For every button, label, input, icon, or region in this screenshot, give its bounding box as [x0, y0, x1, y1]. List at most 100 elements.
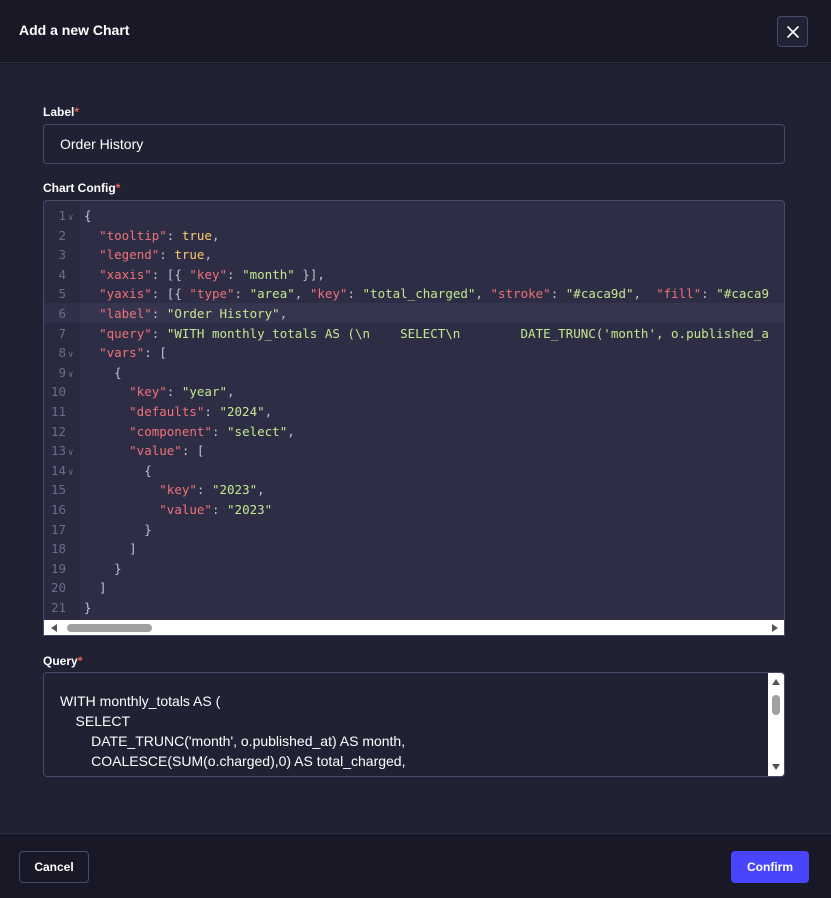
query-text: WITH monthly_totals AS ( SELECT DATE_TRU… — [60, 693, 406, 776]
code-text: "defaults": "2024", — [80, 404, 272, 419]
code-token: : — [227, 266, 243, 282]
code-token: "query" — [99, 325, 152, 341]
close-icon — [786, 25, 799, 38]
code-token: , — [633, 286, 657, 302]
code-token: , — [294, 286, 310, 302]
code-token: "value" — [159, 502, 212, 517]
confirm-button[interactable]: Confirm — [731, 851, 809, 883]
code-token: "key" — [159, 482, 197, 498]
scrollbar-thumb[interactable] — [67, 624, 152, 632]
horizontal-scrollbar[interactable] — [44, 620, 784, 635]
code-token: ] — [84, 541, 137, 557]
line-number: 19 — [50, 560, 66, 576]
scroll-down-icon[interactable] — [772, 764, 780, 770]
cancel-button[interactable]: Cancel — [19, 851, 89, 883]
line-number: 15 — [50, 482, 66, 498]
code-line: 20 ] — [44, 578, 784, 598]
code-line: 14 ∨ { — [44, 461, 784, 481]
line-number: 6 — [58, 306, 66, 321]
code-token: } — [84, 521, 152, 537]
code-line: 6 "label": "Order History", — [44, 304, 784, 324]
code-line: 9 ∨ { — [44, 363, 784, 383]
code-token: , — [257, 482, 265, 498]
code-token: "component" — [129, 423, 212, 439]
code-token: "area" — [249, 286, 295, 302]
query-field-label: Query* — [43, 654, 83, 668]
code-text: { — [80, 463, 152, 478]
code-token: { — [84, 364, 122, 380]
scroll-left-icon[interactable] — [51, 624, 57, 632]
chart-config-label: Chart Config* — [43, 181, 121, 195]
code-text: } — [80, 522, 152, 537]
code-token: true — [181, 227, 212, 243]
line-number: 8 — [58, 345, 66, 361]
code-token: : [{ — [151, 286, 190, 302]
code-token: : [{ — [151, 266, 190, 282]
code-token: : — [151, 306, 167, 321]
dialog-footer: Cancel Confirm — [0, 833, 831, 898]
code-line: 19 } — [44, 559, 784, 579]
code-line: 7 "query": "WITH monthly_totals AS (\n S… — [44, 324, 784, 344]
dialog-title: Add a new Chart — [19, 22, 130, 38]
code-token: "fill" — [656, 286, 702, 302]
code-text: "value": [ — [80, 443, 204, 458]
code-line: 2 "tooltip": true, — [44, 226, 784, 246]
code-line: 5 "yaxis": [{ "type": "area", "key": "to… — [44, 284, 784, 304]
line-number: 1 — [58, 208, 66, 223]
code-token: : — [159, 247, 175, 263]
line-number: 10 — [50, 384, 66, 400]
code-token: }], — [294, 266, 325, 282]
code-text: "component": "select", — [80, 424, 295, 439]
scroll-up-icon[interactable] — [772, 679, 780, 685]
code-token: "type" — [189, 286, 235, 302]
code-token: , — [211, 227, 220, 243]
line-number: 3 — [58, 247, 66, 263]
code-line: 1 ∨{ — [44, 206, 784, 226]
code-token: } — [84, 560, 122, 576]
code-text: "yaxis": [{ "type": "area", "key": "tota… — [80, 286, 769, 301]
code-line: 17 } — [44, 520, 784, 540]
code-token: "key" — [309, 286, 348, 302]
code-token: "2024" — [219, 404, 265, 419]
code-line: 13 ∨ "value": [ — [44, 441, 784, 461]
code-line: 16 "value": "2023" — [44, 500, 784, 520]
code-text: "legend": true, — [80, 247, 212, 262]
code-token: "legend" — [99, 247, 160, 263]
code-token: "xaxis" — [99, 266, 152, 282]
code-line: 18 ] — [44, 539, 784, 559]
line-number: 18 — [50, 541, 66, 557]
close-button[interactable] — [777, 16, 808, 47]
code-token: "WITH monthly_totals AS (\n SELECT\n DAT… — [166, 325, 769, 341]
code-line: 12 "component": "select", — [44, 422, 784, 442]
code-line: 21} — [44, 598, 784, 618]
code-token: : — [234, 286, 250, 302]
chart-config-editor[interactable]: 1 ∨{2 "tooltip": true, 3 "legend": true, 4 … — [43, 200, 785, 636]
code-token: { — [84, 208, 92, 223]
code-token: : — [550, 286, 566, 302]
code-token: , — [279, 306, 288, 321]
line-number: 12 — [50, 423, 66, 439]
query-textarea[interactable]: WITH monthly_totals AS ( SELECT DATE_TRU… — [43, 672, 785, 777]
code-token: "#caca9 — [716, 286, 769, 302]
line-number: 13 — [50, 443, 66, 459]
code-text: ] — [80, 541, 137, 556]
line-number: 5 — [58, 286, 66, 302]
code-token: , — [264, 404, 273, 419]
vertical-scrollbar[interactable] — [768, 673, 784, 776]
code-line: 10 "key": "year", — [44, 382, 784, 402]
code-token: , — [475, 286, 491, 302]
code-token: "label" — [99, 306, 152, 321]
scroll-right-icon[interactable] — [772, 624, 778, 632]
scrollbar-thumb[interactable] — [772, 695, 780, 715]
code-token: "yaxis" — [99, 286, 152, 302]
code-line: 4 "xaxis": [{ "key": "month" }], — [44, 265, 784, 285]
code-token: : — [211, 502, 228, 517]
dialog-header: Add a new Chart — [0, 0, 831, 63]
label-input[interactable] — [43, 124, 785, 164]
code-token: } — [84, 600, 92, 615]
code-token: "vars" — [99, 345, 145, 361]
code-text: "label": "Order History", — [80, 306, 287, 321]
